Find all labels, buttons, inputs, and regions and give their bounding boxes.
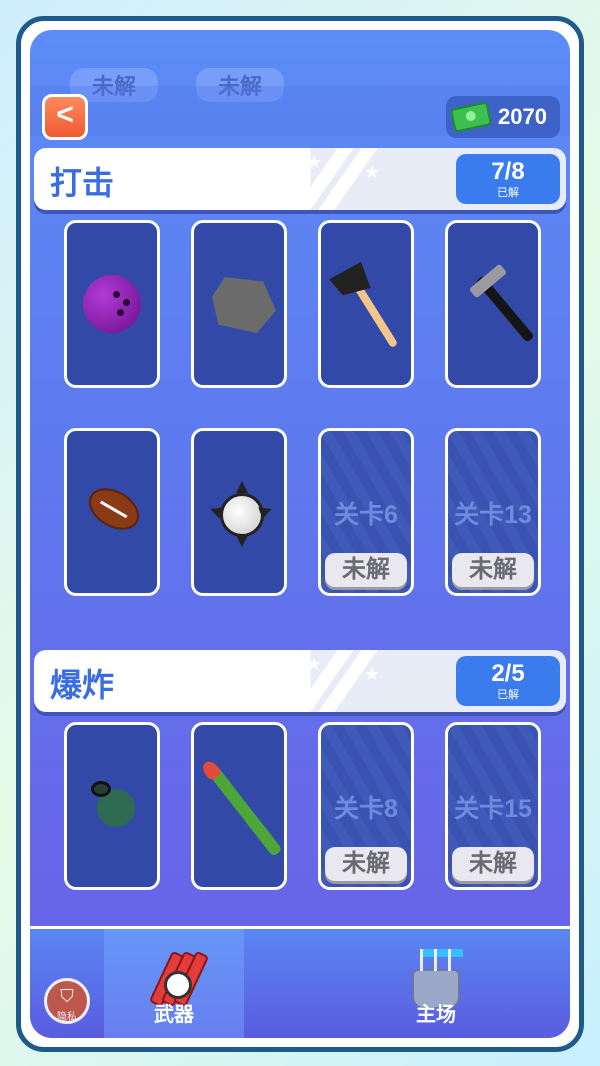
cash-icon: [449, 101, 493, 133]
spike-icon: [236, 535, 248, 547]
unlock-level-label: 关卡8: [334, 795, 398, 823]
locked-badge: 未解: [452, 847, 534, 881]
weapon-card-axe[interactable]: [318, 220, 414, 388]
star-icon: ★: [364, 664, 381, 684]
game-screen: 未解 未解 < 2070 打击 ★ ★ 7/8 已解 关卡6 未解 关卡13 未…: [30, 30, 570, 1038]
section-title: 爆炸: [50, 667, 115, 703]
locked-badge: 未解: [325, 553, 407, 587]
football-icon: [81, 479, 147, 539]
bowling-ball-icon: [83, 275, 141, 333]
unlock-level-label: 关卡6: [334, 501, 398, 529]
weapon-card-bowling-ball[interactable]: [64, 220, 160, 388]
unlock-count-badge: 7/8 已解: [456, 154, 560, 204]
star-icon: ★: [364, 162, 381, 182]
locked-card[interactable]: 关卡13 未解: [445, 428, 541, 596]
weapon-card-spiked-ball[interactable]: [191, 428, 287, 596]
star-icon: ★: [306, 152, 323, 172]
star-icon: ★: [306, 654, 323, 674]
weapon-card-grenade[interactable]: [64, 722, 160, 890]
back-button[interactable]: <: [42, 94, 88, 140]
nav-tab-home[interactable]: 主场: [348, 929, 524, 1038]
unlock-count-label: 已解: [497, 689, 519, 701]
phone-frame: 未解 未解 < 2070 打击 ★ ★ 7/8 已解 关卡6 未解 关卡13 未…: [16, 16, 584, 1052]
nav-label-weapons: 武器: [154, 1004, 194, 1026]
nav-label-home: 主场: [416, 1004, 456, 1026]
unlock-level-label: 关卡15: [454, 795, 532, 823]
unlock-count: 7/8: [491, 158, 525, 185]
nav-tab-weapons[interactable]: 武器: [104, 929, 244, 1038]
locked-card[interactable]: 关卡6 未解: [318, 428, 414, 596]
locked-badge: 未解: [325, 847, 407, 881]
money-display: 2070: [446, 96, 560, 138]
section-header-strike: 打击 ★ ★ 7/8 已解: [34, 148, 566, 210]
unlock-count-badge: 2/5 已解: [456, 656, 560, 706]
section-header-explosion: 爆炸 ★ ★ 2/5 已解: [34, 650, 566, 712]
privacy-label: 隐私: [57, 1012, 77, 1023]
spiked-ball-icon: [220, 493, 264, 537]
spike-icon: [236, 481, 248, 493]
unlock-count: 2/5: [491, 660, 525, 687]
weapon-card-football[interactable]: [64, 428, 160, 596]
section-title: 打击: [50, 165, 115, 201]
rpg-launcher-icon: [205, 762, 283, 858]
privacy-button[interactable]: 隐私: [44, 978, 90, 1024]
grenade-pin-icon: [91, 781, 111, 797]
money-value: 2070: [498, 104, 547, 129]
locked-badge: 未解: [452, 553, 534, 587]
locked-card[interactable]: 关卡15 未解: [445, 722, 541, 890]
unlock-level-label: 关卡13: [454, 501, 532, 529]
unlock-count-label: 已解: [497, 187, 519, 199]
rock-icon: [212, 277, 276, 333]
spike-icon: [258, 503, 274, 519]
locked-card[interactable]: 关卡8 未解: [318, 722, 414, 890]
weapon-card-rpg[interactable]: [191, 722, 287, 890]
bottom-nav: 武器 主场 隐私: [30, 926, 570, 1038]
weapon-card-hammer[interactable]: [445, 220, 541, 388]
weapon-card-rock[interactable]: [191, 220, 287, 388]
